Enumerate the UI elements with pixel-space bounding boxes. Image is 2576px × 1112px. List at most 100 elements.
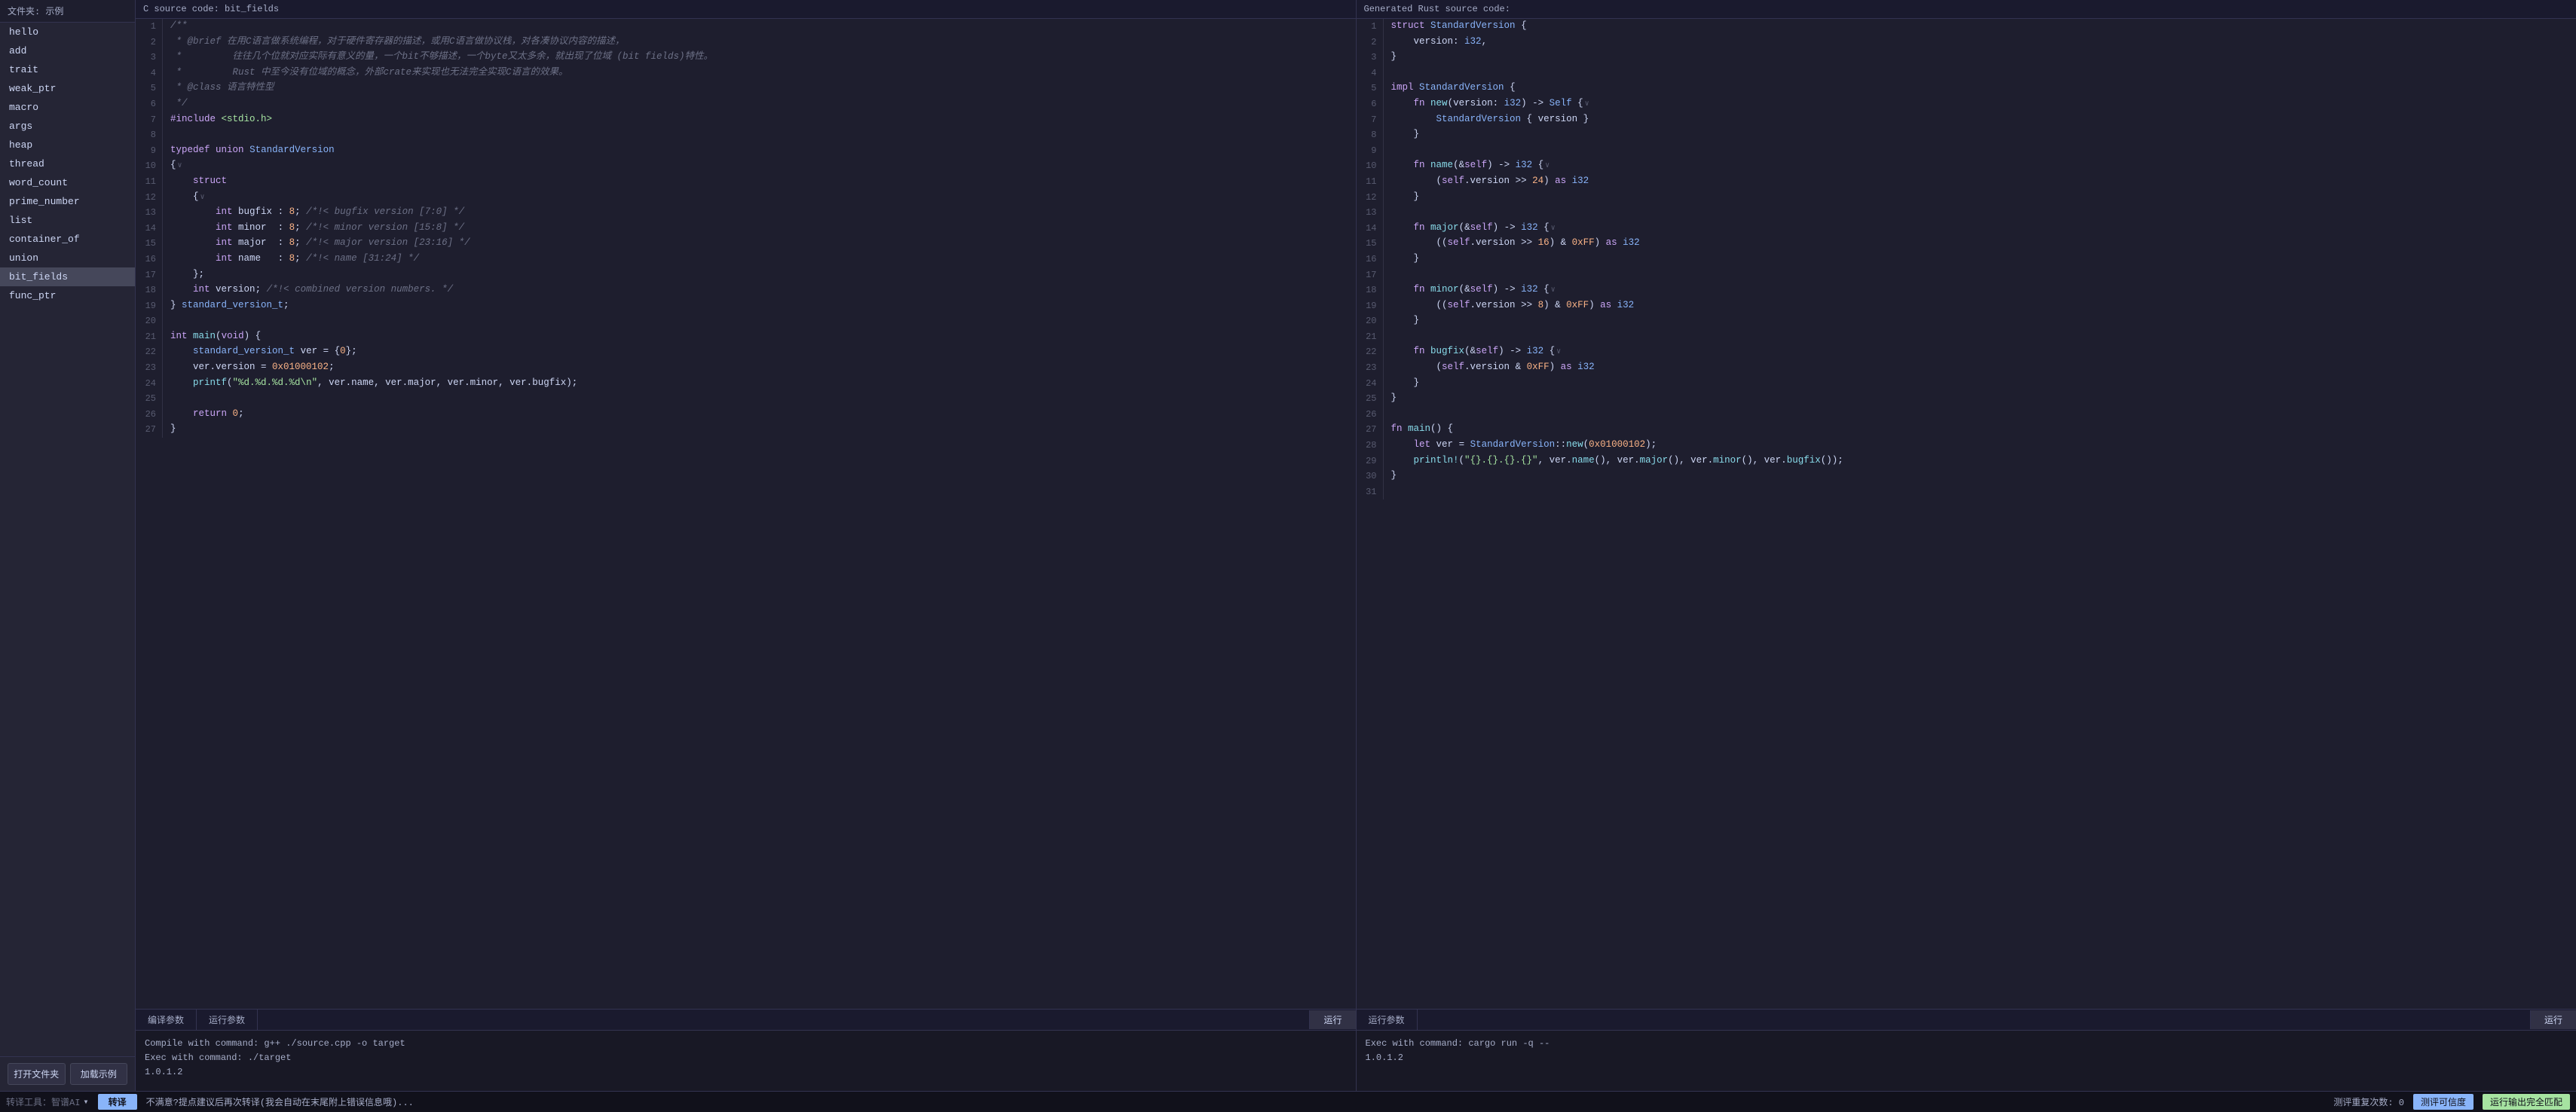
rust-line-10: fn name(&self) -> i32 {∨ <box>1384 158 2576 174</box>
rln23: 23 <box>1357 360 1384 376</box>
rust-line-3: } <box>1384 50 2576 66</box>
open-folder-button[interactable]: 打开文件夹 <box>8 1063 66 1085</box>
rust-line-4 <box>1384 66 2576 81</box>
sidebar-item-add[interactable]: add <box>0 41 135 60</box>
c-source-panel: C source code: bit_fields 1/** 2 * @brie… <box>136 0 1357 1009</box>
rln28: 28 <box>1357 438 1384 454</box>
rust-line-27: fn main() { <box>1384 422 2576 438</box>
sidebar-item-hello[interactable]: hello <box>0 23 135 41</box>
code-panels: C source code: bit_fields 1/** 2 * @brie… <box>136 0 2576 1009</box>
sidebar-item-weak_ptr[interactable]: weak_ptr <box>0 79 135 98</box>
sidebar-list: hello add trait weak_ptr macro args heap… <box>0 23 135 1056</box>
rln25: 25 <box>1357 391 1384 407</box>
rust-line-14: fn major(&self) -> i32 {∨ <box>1384 221 2576 237</box>
rust-run-button[interactable]: 运行 <box>2530 1010 2576 1029</box>
rust-line-1: struct StandardVersion { <box>1384 19 2576 35</box>
c-run-button[interactable]: 运行 <box>1309 1010 1355 1029</box>
ln24: 24 <box>136 376 163 392</box>
rust-run-tab[interactable]: 运行参数 <box>1357 1010 1418 1030</box>
rln30: 30 <box>1357 469 1384 484</box>
rust-line-9 <box>1384 143 2576 159</box>
c-line-27: } <box>163 422 1356 438</box>
code-panels-container: C source code: bit_fields 1/** 2 * @brie… <box>136 0 2576 1091</box>
repeat-count: 测评重复次数: 0 <box>2333 1095 2404 1108</box>
rln2: 2 <box>1357 35 1384 50</box>
rust-line-26 <box>1384 407 2576 423</box>
translate-button[interactable]: 转译 <box>98 1094 137 1110</box>
rust-line-28: let ver = StandardVersion::new(0x0100010… <box>1384 438 2576 454</box>
c-line-10: {∨ <box>163 158 1356 174</box>
rln18: 18 <box>1357 283 1384 298</box>
status-bar: 转译工具：智谱AI ▾ 转译 不满意?提点建议后再次转译(我会自动在末尾附上错误… <box>0 1091 2576 1112</box>
sidebar-item-bit_fields[interactable]: bit_fields <box>0 267 135 286</box>
rust-code-area[interactable]: 1struct StandardVersion { 2 version: i32… <box>1357 19 2576 1009</box>
rln20: 20 <box>1357 313 1384 329</box>
sidebar-item-macro[interactable]: macro <box>0 98 135 117</box>
ln2: 2 <box>136 35 163 50</box>
rln22: 22 <box>1357 344 1384 360</box>
sidebar-item-list[interactable]: list <box>0 211 135 230</box>
rln17: 17 <box>1357 267 1384 283</box>
c-line-5: * @class 语言特性型 <box>163 81 1356 96</box>
ln27: 27 <box>136 422 163 438</box>
rln6: 6 <box>1357 96 1384 112</box>
rust-line-31 <box>1384 484 2576 500</box>
rln3: 3 <box>1357 50 1384 66</box>
c-line-24: printf("%d.%d.%d.%d\n", ver.name, ver.ma… <box>163 376 1356 392</box>
ln21: 21 <box>136 329 163 345</box>
sidebar-item-trait[interactable]: trait <box>0 60 135 79</box>
rust-panel-header: Generated Rust source code: <box>1357 0 2576 19</box>
c-output-line-2: Exec with command: ./target <box>145 1051 1347 1065</box>
sidebar-item-union[interactable]: union <box>0 249 135 267</box>
rust-line-7: StandardVersion { version } <box>1384 112 2576 128</box>
c-line-3: * 往往几个位就对应实际有意义的量，一个bit不够描述，一个byte又太多余，就… <box>163 50 1356 66</box>
sidebar: 文件夹: 示例 hello add trait weak_ptr macro a… <box>0 0 136 1091</box>
c-line-12: {∨ <box>163 190 1356 206</box>
c-line-15: int major : 8; /*!< major version [23:16… <box>163 236 1356 252</box>
ln13: 13 <box>136 205 163 221</box>
c-line-25 <box>163 391 1356 407</box>
rln11: 11 <box>1357 174 1384 190</box>
c-line-20 <box>163 313 1356 329</box>
ln6: 6 <box>136 96 163 112</box>
sidebar-item-container_of[interactable]: container_of <box>0 230 135 249</box>
match-button[interactable]: 运行输出完全匹配 <box>2483 1094 2570 1110</box>
confidence-button[interactable]: 测评可信度 <box>2413 1094 2474 1110</box>
rln10: 10 <box>1357 158 1384 174</box>
ln18: 18 <box>136 283 163 298</box>
ln4: 4 <box>136 66 163 81</box>
ln22: 22 <box>136 344 163 360</box>
sidebar-item-word_count[interactable]: word_count <box>0 173 135 192</box>
c-line-17: }; <box>163 267 1356 283</box>
ln11: 11 <box>136 174 163 190</box>
rln31: 31 <box>1357 484 1384 500</box>
ln7: 7 <box>136 112 163 128</box>
rln26: 26 <box>1357 407 1384 423</box>
sidebar-item-thread[interactable]: thread <box>0 154 135 173</box>
ln14: 14 <box>136 221 163 237</box>
load-example-button[interactable]: 加载示例 <box>70 1063 128 1085</box>
rust-line-24: } <box>1384 376 2576 392</box>
sidebar-item-heap[interactable]: heap <box>0 136 135 154</box>
c-line-9: typedef union StandardVersion <box>163 143 1356 159</box>
main-area: 文件夹: 示例 hello add trait weak_ptr macro a… <box>0 0 2576 1091</box>
rust-line-18: fn minor(&self) -> i32 {∨ <box>1384 283 2576 298</box>
sidebar-item-func_ptr[interactable]: func_ptr <box>0 286 135 305</box>
ln16: 16 <box>136 252 163 267</box>
rust-line-11: (self.version >> 24) as i32 <box>1384 174 2576 190</box>
ln10: 10 <box>136 158 163 174</box>
rust-line-23: (self.version & 0xFF) as i32 <box>1384 360 2576 376</box>
rln1: 1 <box>1357 19 1384 35</box>
ln5: 5 <box>136 81 163 96</box>
c-line-22: standard_version_t ver = {0}; <box>163 344 1356 360</box>
c-line-1: /** <box>163 19 1356 35</box>
rust-line-2: version: i32, <box>1384 35 2576 50</box>
c-run-tab[interactable]: 运行参数 <box>197 1010 258 1030</box>
rln21: 21 <box>1357 329 1384 345</box>
c-line-6: */ <box>163 96 1356 112</box>
c-code-area[interactable]: 1/** 2 * @brief 在用C语言做系统编程，对于硬件寄存器的描述，或用… <box>136 19 1356 1009</box>
sidebar-item-args[interactable]: args <box>0 117 135 136</box>
sidebar-item-prime_number[interactable]: prime_number <box>0 192 135 211</box>
c-compile-tab[interactable]: 编译参数 <box>136 1010 197 1030</box>
ln8: 8 <box>136 127 163 143</box>
